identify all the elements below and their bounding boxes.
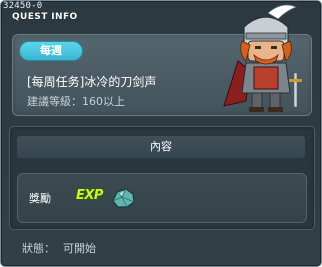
reward-label: 獎勵 — [29, 192, 51, 205]
weekly-badge: 每週 — [20, 42, 82, 60]
recommended-level: 建議等級：160以上 — [27, 95, 125, 108]
content-header: 內容 — [17, 136, 305, 158]
reward-row: 獎勵 EXP — [17, 173, 307, 223]
quest-id: 32450-0 — [3, 1, 43, 11]
status-row: 狀態： 可開始 — [22, 240, 104, 256]
quest-info-window: 32450-0 QUEST INFO 每週 [每周任务]冰冷的刀剑声 建議等級：… — [0, 0, 322, 267]
content-section: 內容 獎勵 EXP — [9, 126, 315, 230]
status-value: 可開始 — [63, 242, 96, 255]
window-title: QUEST INFO — [12, 12, 78, 22]
quest-name: [每周任务]冰冷的刀剑声 — [27, 75, 157, 89]
frozen-ore-icon[interactable] — [110, 187, 136, 209]
status-label: 狀態： — [22, 242, 55, 255]
exp-icon[interactable]: EXP — [76, 188, 103, 203]
npc-knight-portrait — [223, 4, 302, 112]
